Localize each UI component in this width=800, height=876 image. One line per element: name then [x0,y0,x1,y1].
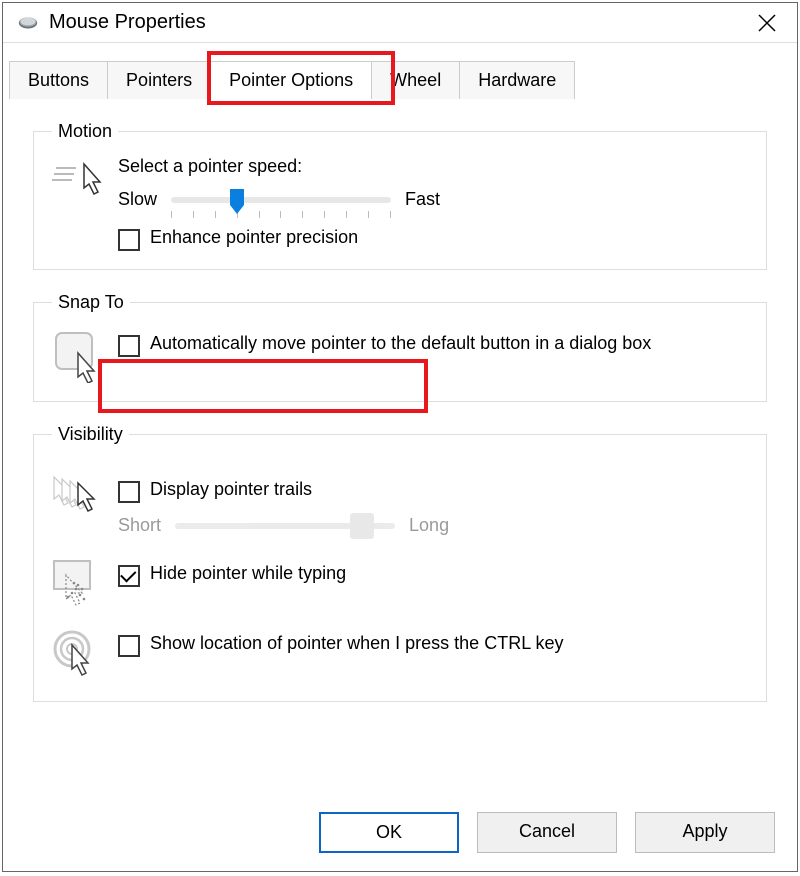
trails-slider-thumb [350,513,374,539]
snapto-legend: Snap To [52,292,130,313]
dialog-buttons: OK Cancel Apply [3,798,797,871]
tab-hardware[interactable]: Hardware [459,61,575,99]
trails-icon [52,473,118,519]
apply-button[interactable]: Apply [635,812,775,853]
snapto-label: Automatically move pointer to the defaul… [150,333,651,354]
tab-content: Motion Select a pointer speed: [3,99,797,798]
close-button[interactable] [751,13,783,33]
trails-slider [175,513,395,537]
hide-while-typing-checkbox[interactable] [118,565,140,587]
pointer-speed-slider[interactable] [171,187,391,211]
enhance-precision-checkbox[interactable] [118,229,140,251]
hide-while-typing-label: Hide pointer while typing [150,563,346,584]
ctrl-locate-icon [52,627,118,683]
enhance-precision-label: Enhance pointer precision [150,227,358,248]
pointer-speed-label: Select a pointer speed: [118,156,748,177]
visibility-legend: Visibility [52,424,129,445]
pointer-speed-thumb[interactable] [228,189,246,215]
hide-while-typing-icon [52,557,118,613]
slow-label: Slow [118,189,157,210]
tabs: Buttons Pointers Pointer Options Wheel H… [3,43,797,99]
trails-label: Display pointer trails [150,479,312,500]
cancel-button[interactable]: Cancel [477,812,617,853]
visibility-group: Visibility Displ [33,424,767,702]
tab-wheel[interactable]: Wheel [371,61,460,99]
trails-short-label: Short [118,515,161,536]
ctrl-locate-label: Show location of pointer when I press th… [150,633,564,654]
snapto-icon [52,327,118,383]
mouse-properties-window: Mouse Properties Buttons Pointers Pointe… [2,2,798,872]
trails-long-label: Long [409,515,449,536]
ok-button[interactable]: OK [319,812,459,853]
motion-group: Motion Select a pointer speed: [33,121,767,270]
snapto-group: Snap To Automatically move pointer to th… [33,292,767,402]
titlebar: Mouse Properties [3,3,797,43]
ctrl-locate-checkbox[interactable] [118,635,140,657]
tab-pointers[interactable]: Pointers [107,61,211,99]
tab-buttons[interactable]: Buttons [9,61,108,99]
window-title: Mouse Properties [49,11,751,34]
mouse-icon [17,15,39,31]
trails-checkbox[interactable] [118,481,140,503]
motion-legend: Motion [52,121,118,142]
tab-pointer-options[interactable]: Pointer Options [210,61,372,99]
pointer-motion-icon [52,156,118,200]
snapto-checkbox[interactable] [118,335,140,357]
fast-label: Fast [405,189,440,210]
